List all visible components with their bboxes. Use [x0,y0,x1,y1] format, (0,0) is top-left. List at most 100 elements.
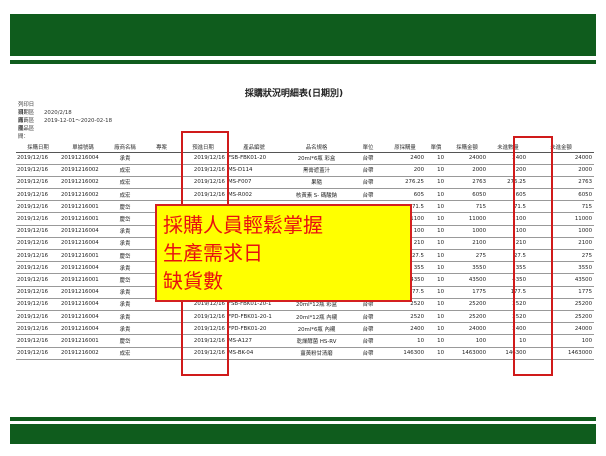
shortage-column-highlight [513,136,553,376]
cell-order-amount: 2000 [446,164,488,177]
cell-unit: 台帶 [352,347,384,360]
cell-purchase-date: 2019/12/16 [16,310,60,324]
cell-order-amount: 275 [446,249,488,263]
cell-purchase-date: 2019/12/16 [16,188,60,202]
header-row: 採購日期 單據號碼 廠商名稱 專案 預進日期 產品編號 品名規格 單位 原採購量 單價 採購金額 未進… [16,142,594,153]
cell-purchase-date: 2019/12/16 [16,347,60,360]
cell-description: 核黃素 S- 碼酸鈉 [281,188,352,202]
cell-purchase-date: 2019/12/16 [16,249,60,263]
footer-band [10,424,596,444]
cell-unit: 台帶 [352,164,384,177]
cell-vendor: 慶岱 [106,273,144,287]
table-row: 2019/12/16 20191216002 成宏 2019/12/16 MS-F007… [16,176,594,190]
cell-project [144,347,179,360]
cell-doc-number: 20191216002 [60,347,106,360]
cell-purchase-date: 2019/12/16 [16,176,60,190]
table-row: 2019/12/16 20191216004 承貴 2019/12/16 FPD-FBK… [16,322,594,336]
cell-unit-price: 10 [426,310,446,324]
cell-doc-number: 20191216004 [60,286,106,299]
cell-doc-number: 20191216001 [60,200,106,214]
cell-doc-number: 20191216004 [60,225,106,238]
cell-unit: 台帶 [352,188,384,202]
cell-project [144,152,179,165]
cell-vendor: 承貴 [106,286,144,299]
cell-project [144,164,179,177]
cell-product-code: FPD-FBK01-20-1 [227,310,281,324]
cell-description: 20ml*6瓶 內襯 [281,322,352,336]
cell-unit-price: 10 [426,152,446,165]
cell-order-amount: 25200 [446,310,488,324]
cell-doc-number: 20191216004 [60,310,106,324]
cell-unit-price: 10 [426,347,446,360]
cell-order-qty: 2400 [384,152,426,165]
cell-doc-number: 20191216004 [60,237,106,251]
cell-purchase-date: 2019/12/16 [16,286,60,299]
cell-order-amount: 1775 [446,286,488,299]
cell-product-code: FPD-FBK01-20 [227,322,281,336]
cell-vendor: 承貴 [106,225,144,238]
cell-order-qty: 276.25 [384,176,426,190]
cell-doc-number: 20191216001 [60,334,106,348]
column-header-unit: 單位 [352,142,384,153]
cell-order-amount: 24000 [446,322,488,336]
cell-project [144,334,179,348]
cell-product-code: FSB-FBK01-20 [227,152,281,165]
cell-description: 20ml*6瓶 彩盒 [281,152,352,165]
cell-order-qty: 200 [384,164,426,177]
footer-rule [10,417,596,421]
cell-description: 薑黃粉甘清磨 [281,347,352,360]
cell-unit-price: 10 [426,164,446,177]
callout-line-2: 生產需求日 [163,241,263,265]
cell-order-amount: 100 [446,334,488,348]
cell-description: 黑膏遮蓋汁 [281,164,352,177]
cell-project [144,176,179,190]
cell-order-amount: 1000 [446,225,488,238]
cell-unit-price: 10 [426,261,446,275]
cell-purchase-date: 2019/12/16 [16,261,60,275]
cell-order-amount: 1463000 [446,347,488,360]
cell-order-qty: 2400 [384,322,426,336]
cell-doc-number: 20191216001 [60,249,106,263]
cell-order-amount: 2100 [446,237,488,251]
cell-vendor: 成宏 [106,188,144,202]
callout-box: 採購人員輕鬆掌握 生產需求日 缺貨數 [155,204,412,302]
cell-vendor: 承貴 [106,152,144,165]
cell-unit: 台帶 [352,152,384,165]
cell-doc-number: 20191216001 [60,273,106,287]
table-row: 2019/12/16 20191216001 慶岱 2019/12/16 MS-A127… [16,334,594,348]
cell-purchase-date: 2019/12/16 [16,237,60,251]
cell-vendor: 慶岱 [106,200,144,214]
cell-vendor: 成宏 [106,176,144,190]
cell-purchase-date: 2019/12/16 [16,298,60,311]
cell-purchase-date: 2019/12/16 [16,164,60,177]
cell-description: 果隨 [281,176,352,190]
cell-purchase-date: 2019/12/16 [16,334,60,348]
cell-unit: 台帶 [352,176,384,190]
cell-unit-price: 10 [426,322,446,336]
cell-vendor: 慶岱 [106,249,144,263]
cell-order-amount: 11000 [446,212,488,226]
cell-project [144,310,179,324]
column-header-product-code: 產品編號 [227,142,281,153]
cell-order-amount: 25200 [446,298,488,311]
cell-vendor: 成宏 [106,164,144,177]
cell-description: 乾燥酵菌 HS-RV [281,334,352,348]
cell-unit: 台帶 [352,334,384,348]
table-row: 2019/12/16 20191216002 成宏 2019/12/16 MS-R002… [16,188,594,202]
column-header-doc-number: 單據號碼 [60,142,106,153]
cell-order-amount: 2763 [446,176,488,190]
cell-project [144,322,179,336]
column-header-description: 品名規格 [281,142,352,153]
cell-order-amount: 715 [446,200,488,214]
cell-order-amount: 3550 [446,261,488,275]
cell-doc-number: 20191216002 [60,188,106,202]
cell-vendor: 慶岱 [106,212,144,226]
table-row: 2019/12/16 20191216004 承貴 2019/12/16 FSB-FBK… [16,152,594,165]
cell-doc-number: 20191216004 [60,152,106,165]
cell-product-code: MS-R002 [227,188,281,202]
cell-product-code: MS-BK-04 [227,347,281,360]
cell-vendor: 成宏 [106,347,144,360]
cell-order-qty: 605 [384,188,426,202]
cell-purchase-date: 2019/12/16 [16,152,60,165]
column-header-unit-price: 單價 [426,142,446,153]
